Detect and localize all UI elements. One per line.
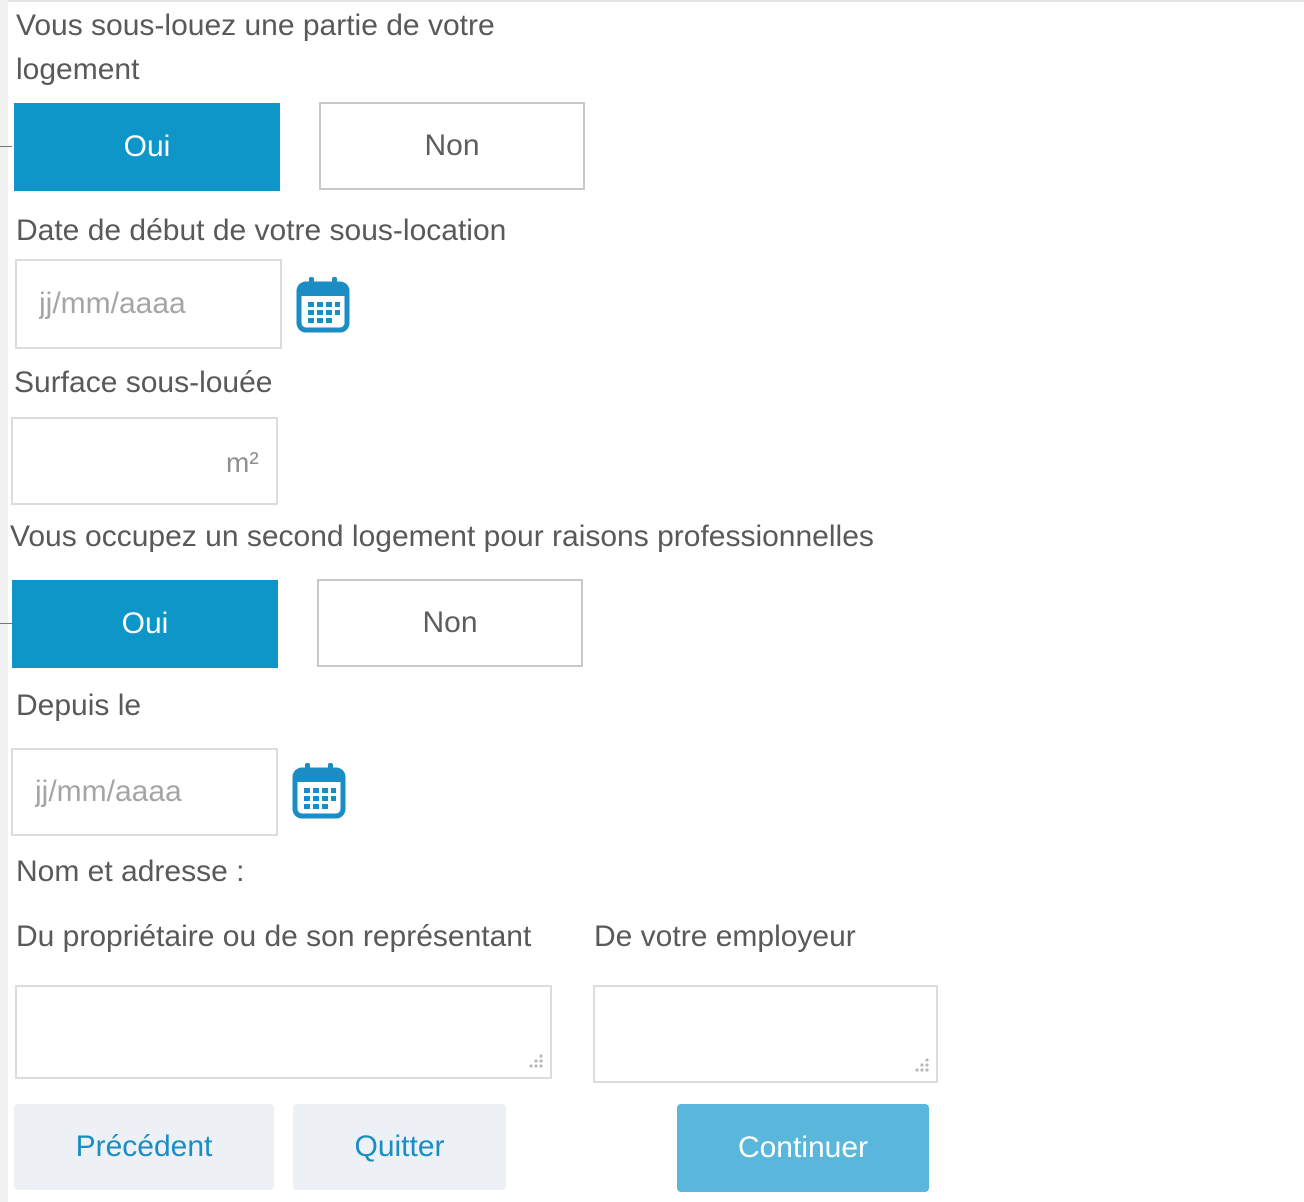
sublet-question-line-2: logement (16, 53, 140, 86)
left-border (0, 0, 8, 1202)
sublet-start-date-input[interactable] (15, 259, 282, 349)
surface-label: Surface sous-louée (14, 366, 273, 399)
owner-label: Du propriétaire ou de son représentant (16, 920, 532, 953)
since-date-input[interactable] (11, 748, 278, 836)
top-border (8, 0, 1304, 2)
owner-address-textarea[interactable] (15, 985, 552, 1079)
quit-button[interactable]: Quitter (293, 1104, 506, 1190)
resize-grip-icon[interactable] (910, 1055, 930, 1075)
name-address-heading: Nom et adresse : (16, 855, 245, 888)
second-home-yes-button[interactable]: Oui (12, 580, 278, 668)
sublet-yes-button[interactable]: Oui (14, 103, 280, 191)
surface-unit: m² (226, 447, 259, 478)
sublet-start-label: Date de début de votre sous-location (16, 214, 507, 247)
employer-label: De votre employeur (594, 920, 856, 953)
left-tick-mark (0, 623, 12, 624)
second-home-no-button[interactable]: Non (317, 579, 583, 667)
calendar-icon[interactable] (296, 274, 350, 334)
sublet-question-line-1: Vous sous-louez une partie de votre (16, 9, 495, 42)
calendar-icon[interactable] (292, 760, 346, 820)
continue-button[interactable]: Continuer (677, 1104, 929, 1192)
second-home-question: Vous occupez un second logement pour rai… (10, 520, 874, 553)
left-tick-mark (0, 146, 12, 147)
sublet-no-button[interactable]: Non (319, 102, 585, 190)
previous-button[interactable]: Précédent (14, 1104, 274, 1190)
employer-address-textarea[interactable] (593, 985, 938, 1083)
resize-grip-icon[interactable] (524, 1051, 544, 1071)
since-label: Depuis le (16, 689, 142, 722)
